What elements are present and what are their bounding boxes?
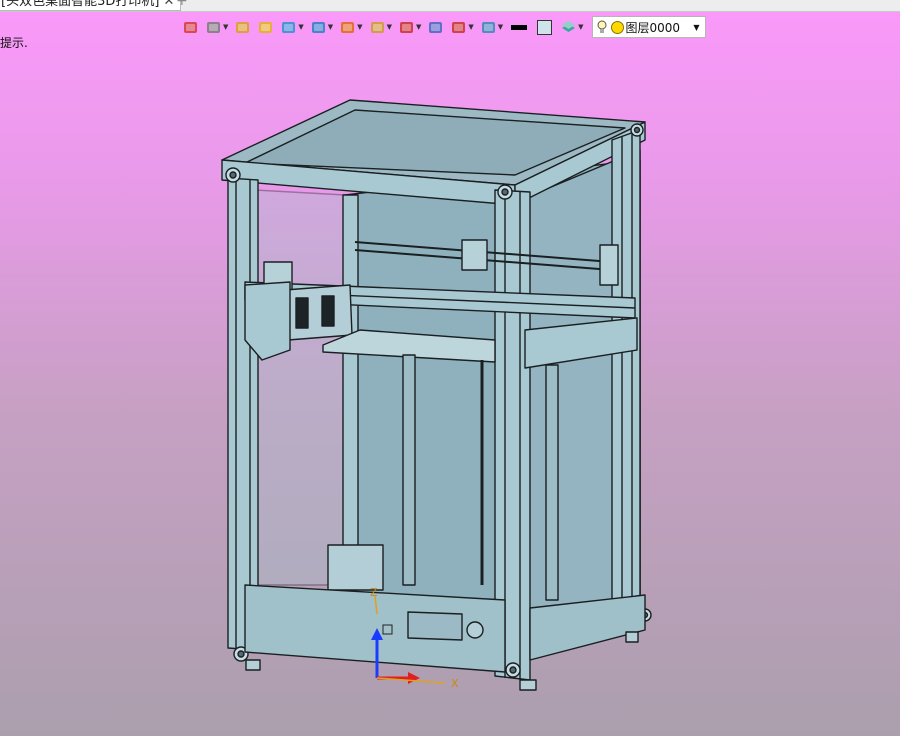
cad-viewport[interactable]: Z X [0, 0, 900, 736]
print-head [284, 284, 353, 341]
post-back-right [611, 129, 641, 629]
control-panel [407, 611, 463, 641]
post-back-left [342, 194, 359, 591]
left-inner-panel [254, 189, 346, 586]
post-front-left [227, 177, 259, 651]
left-carriage [244, 281, 291, 361]
x-axis-label: X [451, 677, 459, 690]
z-axis-label: Z [370, 586, 378, 599]
